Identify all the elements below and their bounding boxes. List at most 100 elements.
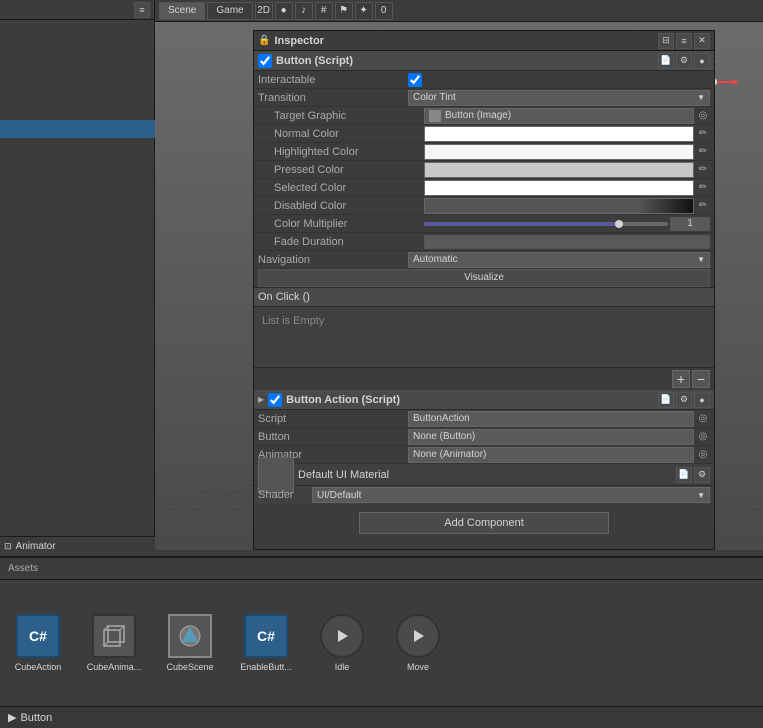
cube-anima-icon xyxy=(92,614,136,658)
list-item[interactable]: C# EnableButt... xyxy=(236,614,296,672)
2d-toggle[interactable]: 2D xyxy=(255,2,273,20)
shader-dropdown[interactable]: UI/Default ▼ xyxy=(312,487,710,503)
component-settings-icon[interactable]: ⚙ xyxy=(676,53,692,69)
scene-tab[interactable]: Scene xyxy=(159,2,205,20)
inspector-title: Inspector xyxy=(274,35,654,47)
bottom-bar: ▶ Button xyxy=(0,706,763,728)
button-ref-row: Button None (Button) ◎ xyxy=(254,428,714,446)
onclick-header: On Click () xyxy=(254,287,714,307)
disabled-color-row: Disabled Color ✏ xyxy=(254,197,714,215)
target-graphic-icon xyxy=(429,110,441,122)
material-settings-icon[interactable]: 📄 xyxy=(676,467,692,483)
comp2-settings-icon[interactable]: ⚙ xyxy=(676,392,692,408)
onclick-title: On Click () xyxy=(258,291,310,303)
lock-icon[interactable]: ⊟ xyxy=(658,33,674,49)
layers-icon[interactable]: 0 xyxy=(375,2,393,20)
interactable-value xyxy=(408,73,710,87)
color-multiplier-fill xyxy=(424,222,619,226)
selected-color-value: ✏ xyxy=(424,180,710,196)
script-picker[interactable]: ◎ xyxy=(696,412,710,426)
pressed-color-picker[interactable]: ✏ xyxy=(696,163,710,177)
navigation-chevron: ▼ xyxy=(697,255,705,264)
animator-ref-row: Animator None (Animator) ◎ xyxy=(254,446,714,464)
button-action-checkbox[interactable] xyxy=(268,393,282,407)
menu-icon[interactable]: ≡ xyxy=(134,2,150,18)
normal-color-label: Normal Color xyxy=(274,128,424,140)
fade-duration-input[interactable]: 0.1 xyxy=(424,235,710,249)
color-multiplier-track xyxy=(424,222,668,226)
move-icon xyxy=(396,614,440,658)
material-preview xyxy=(258,457,294,493)
empty-list-label: List is Empty xyxy=(258,311,710,331)
list-item[interactable]: C# CubeAction xyxy=(8,614,68,672)
target-graphic-picker[interactable]: ◎ xyxy=(696,109,710,123)
assets-bar: Assets C# CubeAction Cub xyxy=(0,556,763,706)
sphere-icon[interactable]: ● xyxy=(275,2,293,20)
navigation-value: Automatic ▼ xyxy=(408,252,710,268)
pressed-color-field[interactable] xyxy=(424,162,694,178)
normal-color-field[interactable] xyxy=(424,126,694,142)
fx-icon[interactable]: ✦ xyxy=(355,2,373,20)
assets-toolbar-label: Assets xyxy=(8,563,38,574)
component-gear-icon[interactable]: ● xyxy=(694,53,710,69)
target-graphic-field[interactable]: Button (Image) xyxy=(424,108,694,124)
cs-cube-icon xyxy=(92,614,136,658)
shader-chevron: ▼ xyxy=(697,491,705,500)
component-script-icon[interactable]: 📄 xyxy=(658,53,674,69)
animator-panel[interactable]: ⊡ Animator xyxy=(0,536,155,556)
shader-row: Shader UI/Default ▼ xyxy=(254,486,714,504)
speaker-icon[interactable]: ♪ xyxy=(295,2,313,20)
flag-icon[interactable]: ⚑ xyxy=(335,2,353,20)
button-script-title: Button (Script) xyxy=(276,55,353,67)
close-icon[interactable]: ✕ xyxy=(694,33,710,49)
button-component-header[interactable]: Button (Script) 📄 ⚙ ● xyxy=(254,51,714,71)
selected-color-field[interactable] xyxy=(424,180,694,196)
transition-dropdown[interactable]: Color Tint ▼ xyxy=(408,90,710,106)
asset-label: Idle xyxy=(335,662,350,672)
remove-event-button[interactable]: − xyxy=(692,370,710,388)
grid-icon[interactable]: # xyxy=(315,2,333,20)
interactable-checkbox[interactable] xyxy=(408,73,422,87)
animator-ref-picker[interactable]: ◎ xyxy=(696,448,710,462)
disabled-color-field[interactable] xyxy=(424,198,694,214)
animator-ref-field[interactable]: None (Animator) xyxy=(408,447,694,463)
add-component-button[interactable]: Add Component xyxy=(359,512,609,534)
button-enable-checkbox[interactable] xyxy=(258,54,272,68)
disabled-color-picker[interactable]: ✏ xyxy=(696,199,710,213)
comp2-gear-icon[interactable]: ● xyxy=(694,392,710,408)
highlighted-color-field[interactable] xyxy=(424,144,694,160)
script-field[interactable]: ButtonAction xyxy=(408,411,694,427)
add-component-row: Add Component xyxy=(254,504,714,542)
list-item[interactable]: CubeAnima... xyxy=(84,614,144,672)
navigation-dropdown[interactable]: Automatic ▼ xyxy=(408,252,710,268)
add-event-button[interactable]: + xyxy=(672,370,690,388)
inspector-icon-group: ⊟ ≡ ✕ xyxy=(658,33,710,49)
navigation-row: Navigation Automatic ▼ xyxy=(254,251,714,269)
button-action-header[interactable]: ▶ Button Action (Script) 📄 ⚙ ● xyxy=(254,390,714,410)
left-panel: ≡ xyxy=(0,0,155,550)
list-item[interactable]: Move xyxy=(388,614,448,672)
normal-color-picker[interactable]: ✏ xyxy=(696,127,710,141)
list-item[interactable]: CubeScene xyxy=(160,614,220,672)
button-ref-label: Button xyxy=(258,431,408,443)
comp2-script-icon[interactable]: 📄 xyxy=(658,392,674,408)
fade-duration-value: 0.1 xyxy=(424,235,710,249)
color-multiplier-value: 1 xyxy=(424,217,710,231)
game-tab[interactable]: Game xyxy=(207,2,252,20)
button-ref-field[interactable]: None (Button) xyxy=(408,429,694,445)
menu-icon[interactable]: ≡ xyxy=(676,33,692,49)
target-graphic-value: Button (Image) ◎ xyxy=(424,108,710,124)
list-item[interactable]: Idle xyxy=(312,614,372,672)
visualize-button[interactable]: Visualize xyxy=(258,269,710,287)
color-multiplier-input[interactable]: 1 xyxy=(670,217,710,231)
pressed-color-value: ✏ xyxy=(424,162,710,178)
color-multiplier-thumb[interactable] xyxy=(615,220,623,228)
material-gear-icon[interactable]: ⚙ xyxy=(694,467,710,483)
button-ref-picker[interactable]: ◎ xyxy=(696,430,710,444)
button-ref-value: None (Button) ◎ xyxy=(408,429,710,445)
selected-color-picker[interactable]: ✏ xyxy=(696,181,710,195)
bottom-label: Button xyxy=(20,712,52,724)
selected-item-highlight xyxy=(0,120,155,138)
inspector-scroll[interactable]: Button (Script) 📄 ⚙ ● Interactable Trans… xyxy=(254,51,714,549)
highlighted-color-picker[interactable]: ✏ xyxy=(696,145,710,159)
